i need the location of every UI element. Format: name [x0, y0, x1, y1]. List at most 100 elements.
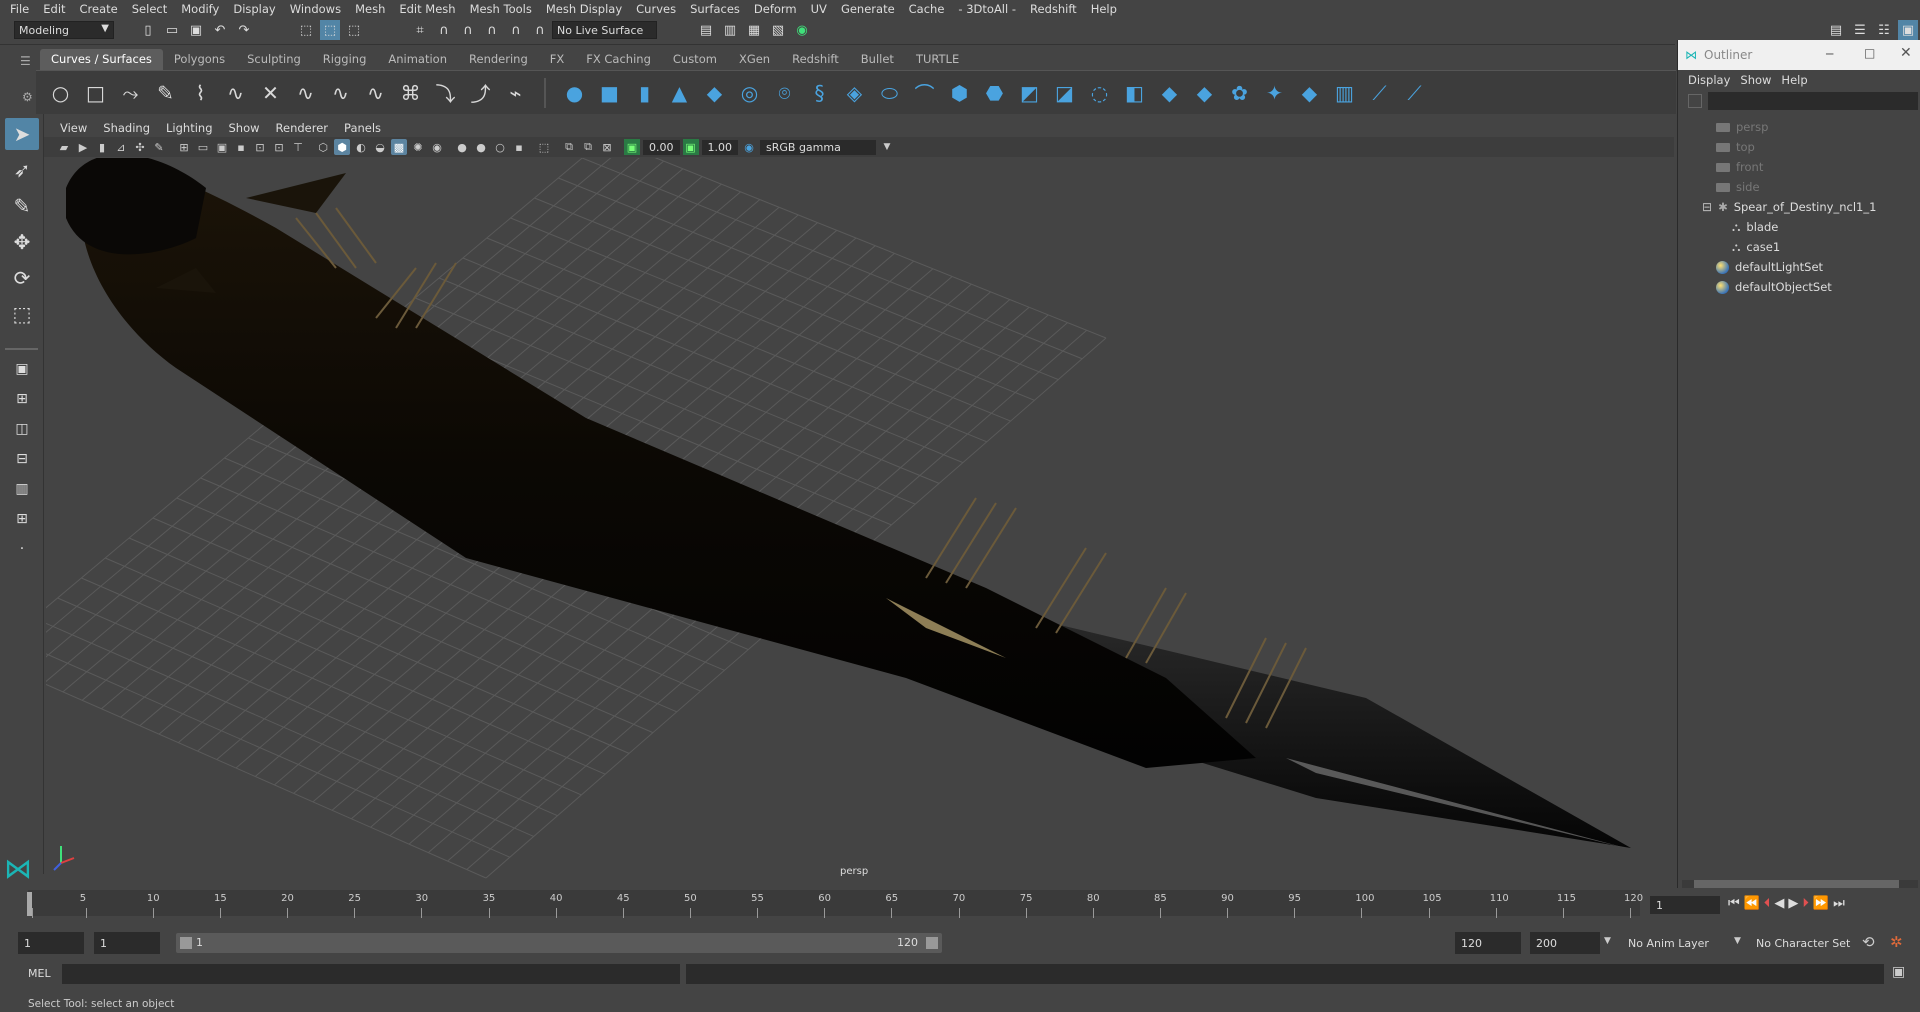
scale-tool-icon[interactable]: ⬚ — [5, 298, 39, 330]
shelf-tab-rendering[interactable]: Rendering — [458, 49, 539, 70]
outliner-item[interactable]: ⛬ blade — [1678, 217, 1918, 237]
shelf-tab-xgen[interactable]: XGen — [728, 49, 781, 70]
anim-prefs-icon[interactable]: ✲ — [1890, 933, 1903, 951]
step-back-frame-icon[interactable]: ⏴ — [1764, 896, 1771, 911]
two-d-pan-icon[interactable]: ✣ — [132, 139, 148, 155]
nurbs-cylinder-icon[interactable]: ▮ — [632, 80, 657, 105]
panel-menu-renderer[interactable]: Renderer — [268, 121, 337, 135]
select-tool-icon[interactable]: ➤ — [5, 118, 39, 150]
menu-display[interactable]: Display — [227, 2, 283, 16]
open-scene-icon[interactable]: ▭ — [162, 20, 182, 40]
menu-edit-mesh[interactable]: Edit Mesh — [393, 2, 463, 16]
layout-outliner-icon[interactable]: ▥ — [5, 476, 39, 502]
ep-curve-icon[interactable]: ⌇ — [188, 80, 213, 105]
field-chart-icon[interactable]: ⊡ — [252, 139, 268, 155]
shelf-tab-turtle[interactable]: TURTLE — [905, 49, 970, 70]
attribute-editor-toggle-icon[interactable]: ☰ — [1850, 20, 1870, 40]
select-component-icon[interactable]: ⬚ — [344, 20, 364, 40]
menu-file[interactable]: File — [4, 2, 37, 16]
hypershade-icon[interactable]: ◉ — [792, 20, 812, 40]
chevron-down-icon[interactable]: ▼ — [1604, 936, 1611, 946]
sculpt-surface-icon[interactable]: ⟋ — [1402, 80, 1427, 105]
xray-joints-icon[interactable]: ⧉ — [561, 139, 577, 155]
shelf-tab-bullet[interactable]: Bullet — [850, 49, 905, 70]
undo-icon[interactable]: ↶ — [210, 20, 230, 40]
smooth-shade-icon[interactable]: ⬢ — [334, 139, 350, 155]
view-transform-dropdown[interactable]: sRGB gamma — [760, 139, 876, 155]
screen-space-ao-icon[interactable]: ● — [454, 139, 470, 155]
outliner-item[interactable]: top — [1678, 137, 1918, 157]
extrude-icon[interactable]: ⬭ — [877, 80, 902, 105]
panel-menu-view[interactable]: View — [52, 121, 95, 135]
layout-more-icon[interactable]: · — [5, 536, 39, 562]
shadows-icon[interactable]: ◉ — [429, 139, 445, 155]
extend-surface-icon[interactable]: ▥ — [1332, 80, 1357, 105]
xray-active-icon[interactable]: ⧉ — [580, 139, 596, 155]
outliner-menu-help[interactable]: Help — [1781, 73, 1817, 87]
nurbs-cone-icon[interactable]: ▲ — [667, 80, 692, 105]
multisample-aa-icon[interactable]: ○ — [492, 139, 508, 155]
panel-menu-shading[interactable]: Shading — [95, 121, 158, 135]
shelf-tab-fx[interactable]: FX — [539, 49, 576, 70]
menu-set-dropdown[interactable]: Modeling ▼ — [14, 21, 114, 39]
cv-curve-icon[interactable]: ⤳ — [118, 80, 143, 105]
chevron-down-icon[interactable]: ▼ — [1734, 936, 1741, 946]
save-scene-icon[interactable]: ▣ — [186, 20, 206, 40]
anim-start-field[interactable]: 1 — [94, 932, 160, 954]
menu-curves[interactable]: Curves — [630, 2, 684, 16]
menu-surfaces[interactable]: Surfaces — [684, 2, 748, 16]
outliner-menu-show[interactable]: Show — [1740, 73, 1781, 87]
shelf-tab-polygons[interactable]: Polygons — [163, 49, 236, 70]
maximize-icon[interactable]: □ — [1864, 46, 1875, 60]
nurbs-cube-icon[interactable]: ■ — [597, 80, 622, 105]
menu-modify[interactable]: Modify — [175, 2, 227, 16]
menu-select[interactable]: Select — [126, 2, 175, 16]
select-object-icon[interactable]: ⬚ — [320, 20, 340, 40]
range-handle-right[interactable] — [926, 937, 938, 949]
current-frame-field[interactable]: 1 — [1650, 896, 1720, 914]
start-frame-field[interactable]: 1 — [18, 932, 84, 954]
new-scene-icon[interactable]: ▯ — [138, 20, 158, 40]
snap-grid-icon[interactable]: ⌗ — [410, 20, 430, 40]
color-management-icon[interactable]: ◉ — [741, 139, 757, 155]
shelf-tab-sculpting[interactable]: Sculpting — [236, 49, 312, 70]
menu-uv[interactable]: UV — [805, 2, 835, 16]
outliner-item[interactable]: side — [1678, 177, 1918, 197]
arc-tool-icon[interactable]: ∿ — [223, 80, 248, 105]
step-forward-frame-icon[interactable]: ⏵ — [1802, 896, 1809, 911]
intersect-icon[interactable]: ◌ — [1087, 80, 1112, 105]
square-surface-icon[interactable]: ⬣ — [982, 80, 1007, 105]
paint-select-icon[interactable]: ✎ — [5, 190, 39, 222]
auto-key-icon[interactable]: ⟲ — [1862, 933, 1875, 951]
camera-select-icon[interactable]: ▶ — [75, 139, 91, 155]
use-lights-icon[interactable]: ✺ — [410, 139, 426, 155]
current-time-marker[interactable] — [27, 892, 32, 916]
outliner-menu-display[interactable]: Display — [1688, 73, 1740, 87]
outliner-item[interactable]: ⛬ case1 — [1678, 237, 1918, 257]
play-forwards-icon[interactable]: ▶ — [1788, 896, 1798, 911]
film-gate-icon[interactable]: ▭ — [195, 139, 211, 155]
textured-icon[interactable]: ▩ — [391, 139, 407, 155]
panel-menu-show[interactable]: Show — [221, 121, 268, 135]
shelf-settings-icon[interactable]: ⚙ — [22, 90, 33, 104]
detach-surface-icon[interactable]: ✿ — [1227, 80, 1252, 105]
rotate-tool-icon[interactable]: ⟳ — [5, 262, 39, 294]
layout-two-stacked-icon[interactable]: ⊟ — [5, 446, 39, 472]
range-handle-left[interactable] — [180, 937, 192, 949]
offset-surface-icon[interactable]: ⟋ — [1367, 80, 1392, 105]
menu-deform[interactable]: Deform — [748, 2, 805, 16]
exposure-field[interactable]: 0.00 — [643, 139, 680, 155]
planar-icon[interactable]: ◈ — [842, 80, 867, 105]
move-tool-icon[interactable]: ✥ — [5, 226, 39, 258]
open-close-icon[interactable]: ✦ — [1262, 80, 1287, 105]
outliner-item[interactable]: front — [1678, 157, 1918, 177]
anim-layer-dropdown[interactable]: No Anim Layer — [1622, 932, 1732, 954]
shelf-tab-rigging[interactable]: Rigging — [312, 49, 378, 70]
lasso-tool-icon[interactable]: ➶ — [5, 154, 39, 186]
menu-help[interactable]: Help — [1085, 2, 1125, 16]
snap-vertex-icon[interactable]: ∩ — [530, 20, 550, 40]
gamma-toggle-icon[interactable]: ▣ — [682, 139, 699, 155]
menu-create[interactable]: Create — [74, 2, 126, 16]
revolve-icon[interactable]: ⌾ — [772, 80, 797, 105]
grid-toggle-icon[interactable]: ⊞ — [176, 139, 192, 155]
